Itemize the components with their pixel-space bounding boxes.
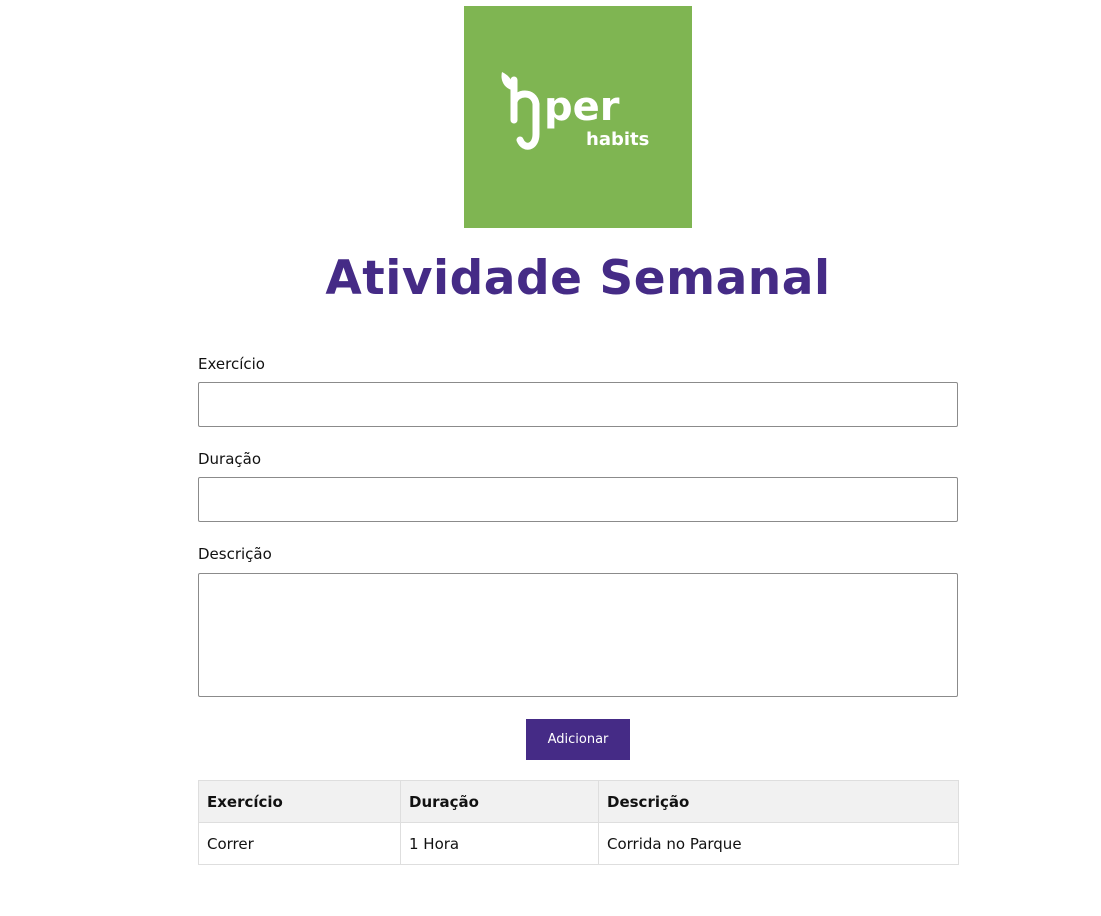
exercise-input[interactable] — [198, 382, 958, 427]
cell-exercise: Correr — [198, 822, 401, 865]
duration-label: Duração — [198, 450, 262, 468]
page-title: Atividade Semanal — [325, 251, 831, 306]
add-button[interactable]: Adicionar — [526, 719, 630, 760]
logo-word-main: per — [544, 84, 620, 130]
duration-input[interactable] — [198, 477, 958, 522]
column-header-exercise: Exercício — [198, 780, 401, 823]
table-row: Correr 1 Hora Corrida no Parque — [198, 822, 959, 865]
activity-table: Exercício Duração Descrição Correr 1 Hor… — [198, 780, 959, 865]
column-header-duration: Duração — [400, 780, 599, 823]
description-textarea[interactable] — [198, 573, 958, 697]
hyper-habits-logo: per habits — [464, 6, 692, 228]
exercise-label: Exercício — [198, 355, 265, 373]
cell-duration: 1 Hora — [400, 822, 599, 865]
logo-mark: per habits — [501, 72, 649, 150]
description-label: Descrição — [198, 545, 272, 563]
logo-word-sub: habits — [586, 129, 649, 150]
table-header-row: Exercício Duração Descrição — [198, 780, 959, 823]
column-header-description: Descrição — [598, 780, 959, 823]
cell-description: Corrida no Parque — [598, 822, 959, 865]
